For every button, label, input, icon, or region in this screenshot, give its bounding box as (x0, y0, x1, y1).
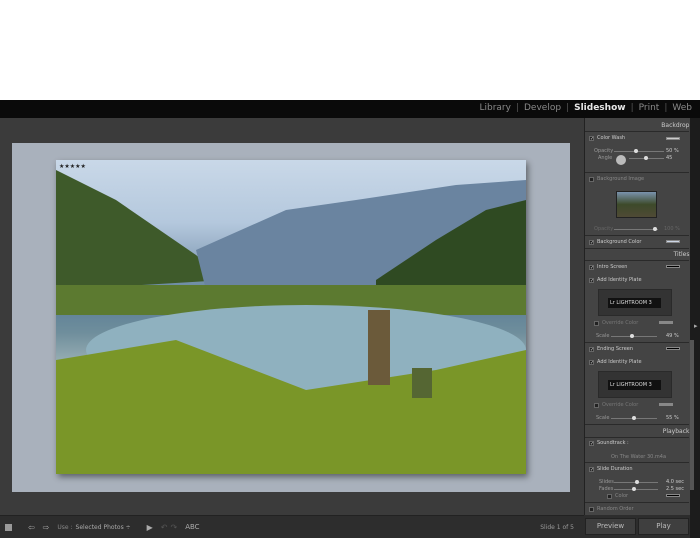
image-opacity-knob[interactable] (653, 227, 657, 231)
module-slideshow[interactable]: Slideshow (574, 103, 625, 113)
intro-scale-slider[interactable] (611, 336, 657, 337)
soundtrack-file[interactable]: On The Water 30.m4a (611, 454, 666, 460)
fades-knob[interactable] (632, 487, 636, 491)
identity-plate-text: Lr LIGHTROOM 3 (608, 380, 661, 390)
module-picker: Library | Develop | Slideshow | Print | Web (479, 103, 692, 113)
override-color-ending-toggle[interactable]: Override Color (594, 402, 694, 408)
fade-color-swatch[interactable] (666, 494, 680, 497)
expand-panel-icon[interactable]: ▸ (694, 322, 698, 330)
soundtrack-label: Soundtrack : (597, 440, 629, 446)
angle-knob[interactable] (644, 156, 648, 160)
background-image-toggle[interactable]: Background Image (589, 176, 694, 182)
play-icon[interactable]: ▶ (147, 523, 153, 532)
identity-plate-text: Lr LIGHTROOM 3 (608, 298, 661, 308)
background-color-label: Background Color (597, 239, 642, 245)
previous-slide-icon[interactable]: ⇦ (28, 523, 35, 532)
intro-scale-value[interactable]: 49 % (666, 333, 679, 339)
intro-identity-plate[interactable]: Lr LIGHTROOM 3 (598, 289, 672, 316)
preview-button[interactable]: Preview (585, 518, 636, 535)
add-identity-plate-label: Add Identity Plate (597, 277, 642, 283)
bottom-toolbar: ⇦ ⇨ Use : Selected Photos ÷ ▶ ↶ ↷ ABC Sl… (0, 515, 584, 538)
use-selector[interactable]: Selected Photos ÷ (76, 524, 131, 531)
add-identity-plate-ending-toggle[interactable]: ✓ Add Identity Plate (589, 359, 694, 365)
override-color-ending-label: Override Color (602, 402, 639, 408)
module-web[interactable]: Web (672, 103, 692, 113)
slide-photo[interactable] (56, 160, 526, 474)
add-identity-plate-toggle[interactable]: ✓ Add Identity Plate (589, 277, 694, 283)
rotate-right-icon[interactable]: ↷ (171, 523, 178, 532)
play-button[interactable]: Play (638, 518, 689, 535)
angle-label: Angle (598, 155, 613, 161)
scrollbar-thumb[interactable] (690, 340, 694, 490)
slide-duration-toggle[interactable]: ✓ Slide Duration (589, 466, 694, 472)
fades-label: Fades (599, 486, 614, 492)
action-buttons: Preview Play (584, 515, 690, 538)
opacity-knob[interactable] (634, 149, 638, 153)
random-order-label: Random Order (597, 506, 634, 512)
module-develop[interactable]: Develop (524, 103, 561, 113)
rotate-left-icon[interactable]: ↶ (161, 523, 168, 532)
fade-color-toggle[interactable]: Color (607, 493, 694, 499)
module-library[interactable]: Library (479, 103, 510, 113)
override-color-ending-swatch[interactable] (659, 403, 673, 406)
ending-scale-value[interactable]: 55 % (666, 415, 679, 421)
angle-dial[interactable] (616, 155, 626, 165)
background-color-swatch[interactable] (666, 240, 680, 243)
ending-identity-plate[interactable]: Lr LIGHTROOM 3 (598, 371, 672, 398)
slides-value[interactable]: 4.0 sec (666, 479, 684, 485)
next-slide-icon[interactable]: ⇨ (43, 523, 50, 532)
soundtrack-toggle[interactable]: ✓ Soundtrack : (589, 440, 694, 446)
ending-color-swatch[interactable] (666, 347, 680, 350)
random-order-toggle[interactable]: Random Order (589, 506, 694, 512)
ending-screen-label: Ending Screen (597, 346, 634, 352)
override-color-swatch[interactable] (659, 321, 673, 324)
override-color-label: Override Color (602, 320, 639, 326)
opacity-label: Opacity (594, 148, 614, 154)
slide-count: Slide 1 of 5 (540, 523, 574, 531)
color-wash-swatch[interactable] (666, 137, 680, 140)
background-image-label: Background Image (597, 176, 645, 182)
slides-knob[interactable] (635, 480, 639, 484)
image-opacity-slider[interactable] (614, 229, 658, 230)
stop-icon[interactable] (5, 523, 12, 531)
add-text-button[interactable]: ABC (185, 523, 199, 531)
ending-scale-knob[interactable] (632, 416, 636, 420)
intro-scale-knob[interactable] (630, 334, 634, 338)
angle-value[interactable]: 45 (666, 155, 672, 161)
intro-scale-label: Scale (596, 333, 610, 339)
intro-color-swatch[interactable] (666, 265, 680, 268)
color-wash-label: Color Wash (597, 135, 626, 141)
ending-scale-label: Scale (596, 415, 610, 421)
opacity-slider[interactable] (614, 151, 664, 152)
blank-area (0, 0, 700, 100)
opacity-value[interactable]: 50 % (666, 148, 679, 154)
image-opacity-label: Opacity (594, 226, 614, 232)
intro-screen-label: Intro Screen (597, 264, 628, 270)
module-print[interactable]: Print (639, 103, 660, 113)
add-identity-plate-ending-label: Add Identity Plate (597, 359, 642, 365)
image-opacity-value[interactable]: 100 % (664, 226, 680, 232)
background-image-well[interactable] (616, 191, 657, 218)
use-label: Use : (57, 523, 73, 531)
landscape-image (56, 170, 526, 474)
override-color-toggle[interactable]: Override Color (594, 320, 694, 326)
fades-slider[interactable] (614, 489, 658, 490)
slides-label: Slides (599, 479, 614, 485)
slide-duration-label: Slide Duration (597, 466, 633, 472)
fade-color-label: Color (615, 493, 629, 499)
star-rating: ★★★★★ (59, 163, 86, 170)
fades-value[interactable]: 2.5 sec (666, 486, 684, 492)
